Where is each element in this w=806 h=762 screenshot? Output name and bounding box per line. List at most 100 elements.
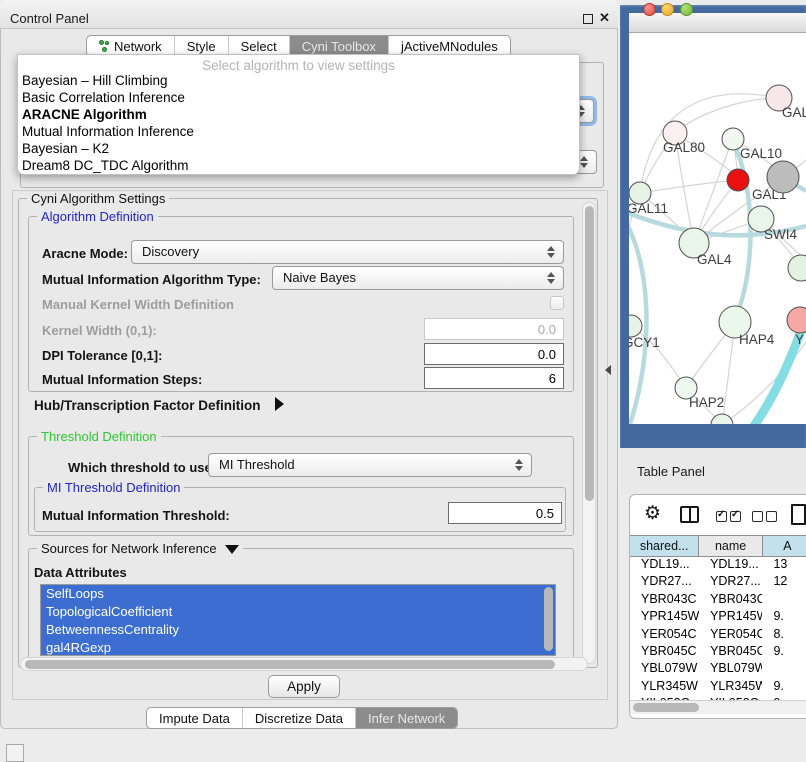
cyni-settings-title: Cyni Algorithm Settings (27, 191, 169, 206)
attribute-item[interactable]: SelfLoops (41, 585, 555, 603)
table-row[interactable]: YPR145WYPR145W9. (630, 609, 806, 626)
close-traffic-light-icon[interactable] (643, 3, 656, 16)
dropdown-item[interactable]: Dream8 DC_TDC Algorithm (18, 157, 579, 174)
table-row[interactable]: YER054CYER054C8. (630, 627, 806, 644)
dropdown-item[interactable]: Bayesian – Hill Climbing (18, 72, 579, 89)
network-node-gcy1[interactable] (629, 315, 642, 337)
dropdown-item[interactable]: Bayesian – K2 (18, 140, 579, 157)
column-header-2[interactable]: name (699, 535, 763, 557)
table-panel: ⚙ shared...nameA YDL19...YDL19...13YDR27… (629, 494, 806, 719)
tab-impute-data[interactable]: Impute Data (147, 708, 243, 728)
sources-title-text: Sources for Network Inference (41, 541, 217, 556)
mi-threshold-field[interactable]: 0.5 (448, 502, 562, 524)
node-label: GAL11 (629, 201, 668, 216)
algorithm-definition-title: Algorithm Definition (37, 209, 158, 224)
new-table-icon[interactable] (791, 504, 806, 525)
apply-button[interactable]: Apply (268, 675, 340, 698)
close-icon[interactable]: ✕ (599, 10, 610, 26)
table-hscrollbar-thumb[interactable] (633, 703, 699, 712)
network-node[interactable] (767, 161, 799, 193)
mi-steps-label: Mutual Information Steps: (42, 372, 202, 387)
deselect-all-columns-icon[interactable] (752, 509, 780, 527)
network-window-titlebar[interactable] (629, 13, 806, 33)
table-row[interactable]: YDL19...YDL19...13 (630, 557, 806, 574)
columns-icon[interactable] (680, 506, 699, 523)
attribute-item[interactable]: BetweennessCentrality (41, 621, 555, 639)
network-node-y[interactable] (787, 307, 806, 333)
table-row[interactable]: YBR043CYBR043C (630, 592, 806, 609)
attribute-item[interactable]: gal4RGexp (41, 639, 555, 656)
table-hscrollbar-track[interactable] (630, 700, 806, 714)
attribute-item[interactable]: TopologicalCoefficient (41, 603, 555, 621)
dropdown-item[interactable]: Mutual Information Inference (18, 123, 579, 140)
table-cell: YBL079W (699, 661, 762, 678)
table-cell: YBR045C (699, 644, 762, 661)
node-label: GCY1 (629, 335, 660, 350)
float-window-icon[interactable] (583, 14, 593, 24)
column-header-3[interactable]: A (763, 535, 806, 557)
table-cell: YDR27... (630, 574, 699, 591)
mi-steps-field[interactable]: 6 (424, 367, 564, 389)
table-cell: YBR045C (630, 644, 699, 661)
node-label: GAL80 (663, 140, 705, 155)
tab-label: Network (114, 39, 162, 54)
node-label: GAL (782, 105, 806, 120)
dropdown-item[interactable]: Basic Correlation Inference (18, 89, 579, 106)
data-attributes-list[interactable]: SelfLoopsTopologicalCoefficientBetweenne… (40, 584, 556, 656)
splitpane-collapse-icon[interactable] (605, 365, 611, 375)
control-panel-titlebar[interactable] (0, 0, 618, 29)
which-threshold-combo[interactable]: MI Threshold (208, 453, 532, 477)
gear-icon[interactable]: ⚙ (644, 502, 661, 525)
collapsed-panel-icon[interactable] (6, 744, 24, 762)
hub-section-label[interactable]: Hub/Transcription Factor Definition (34, 398, 261, 413)
aracne-mode-combo[interactable]: Discovery (131, 240, 564, 264)
table-cell: 12 (762, 574, 806, 591)
hub-expand-icon[interactable] (275, 397, 284, 411)
tab-jactivemnodules[interactable]: jActiveMNodules (389, 36, 510, 56)
node-label: GAL4 (697, 252, 732, 267)
dpi-tolerance-label: DPI Tolerance [0,1]: (42, 348, 162, 363)
mi-threshold-label: Mutual Information Threshold: (42, 508, 230, 523)
network-edge[interactable] (640, 94, 779, 192)
table-row[interactable]: YBL079WYBL079W (630, 661, 806, 678)
network-node-gal1[interactable] (727, 169, 749, 191)
zoom-traffic-light-icon[interactable] (680, 3, 693, 16)
settings-hscrollbar-thumb[interactable] (25, 660, 555, 669)
table-row[interactable]: YLR345WYLR345W9. (630, 679, 806, 696)
table-cell: YDL19... (630, 557, 699, 574)
manual-kernel-checkbox[interactable] (550, 296, 564, 310)
table-row[interactable]: YDR27...YDR27...12 (630, 574, 806, 591)
dropdown-item[interactable]: ARACNE Algorithm (18, 106, 579, 123)
node-label: SWI4 (764, 227, 797, 242)
kernel-width-field[interactable]: 0.0 (424, 318, 564, 340)
sources-collapse-icon[interactable] (225, 545, 239, 554)
attributes-scrollbar-thumb[interactable] (544, 587, 553, 651)
tab-select[interactable]: Select (229, 36, 290, 56)
network-edge[interactable] (676, 98, 779, 132)
mi-type-combo[interactable]: Naive Bayes (272, 266, 564, 290)
data-attributes-label: Data Attributes (34, 565, 127, 580)
column-header-1[interactable]: shared... (630, 535, 699, 557)
select-all-columns-icon[interactable] (716, 509, 744, 527)
table-cell: YLR345W (699, 679, 762, 696)
settings-hscrollbar-track[interactable] (20, 657, 588, 671)
tab-style[interactable]: Style (175, 36, 229, 56)
table-row[interactable]: YBR045CYBR045C9. (630, 644, 806, 661)
table-cell: YER054C (630, 627, 699, 644)
tab-cyni-toolbox[interactable]: Cyni Toolbox (290, 36, 389, 56)
table-cell: 9. (762, 609, 806, 626)
tab-network[interactable]: Network (87, 36, 175, 56)
tab-infer-network[interactable]: Infer Network (356, 708, 457, 728)
settings-scrollbar-thumb[interactable] (585, 206, 594, 501)
algorithm-dropdown: Select algorithm to view settings Bayesi… (17, 54, 580, 175)
minimize-traffic-light-icon[interactable] (661, 3, 674, 16)
dpi-tolerance-field[interactable]: 0.0 (424, 343, 564, 365)
sources-title[interactable]: Sources for Network Inference (37, 541, 243, 556)
settings-scrollbar-track[interactable] (582, 202, 596, 664)
table-cell: 8. (762, 627, 806, 644)
network-node[interactable] (788, 255, 806, 281)
network-canvas[interactable]: GALGAL80GAL10GAL1GAL11SWI4GAL4GCY1HAP4YH… (629, 33, 806, 424)
tab-discretize-data[interactable]: Discretize Data (243, 708, 356, 728)
table-cell: YBR043C (630, 592, 699, 609)
table-cell (762, 592, 806, 609)
